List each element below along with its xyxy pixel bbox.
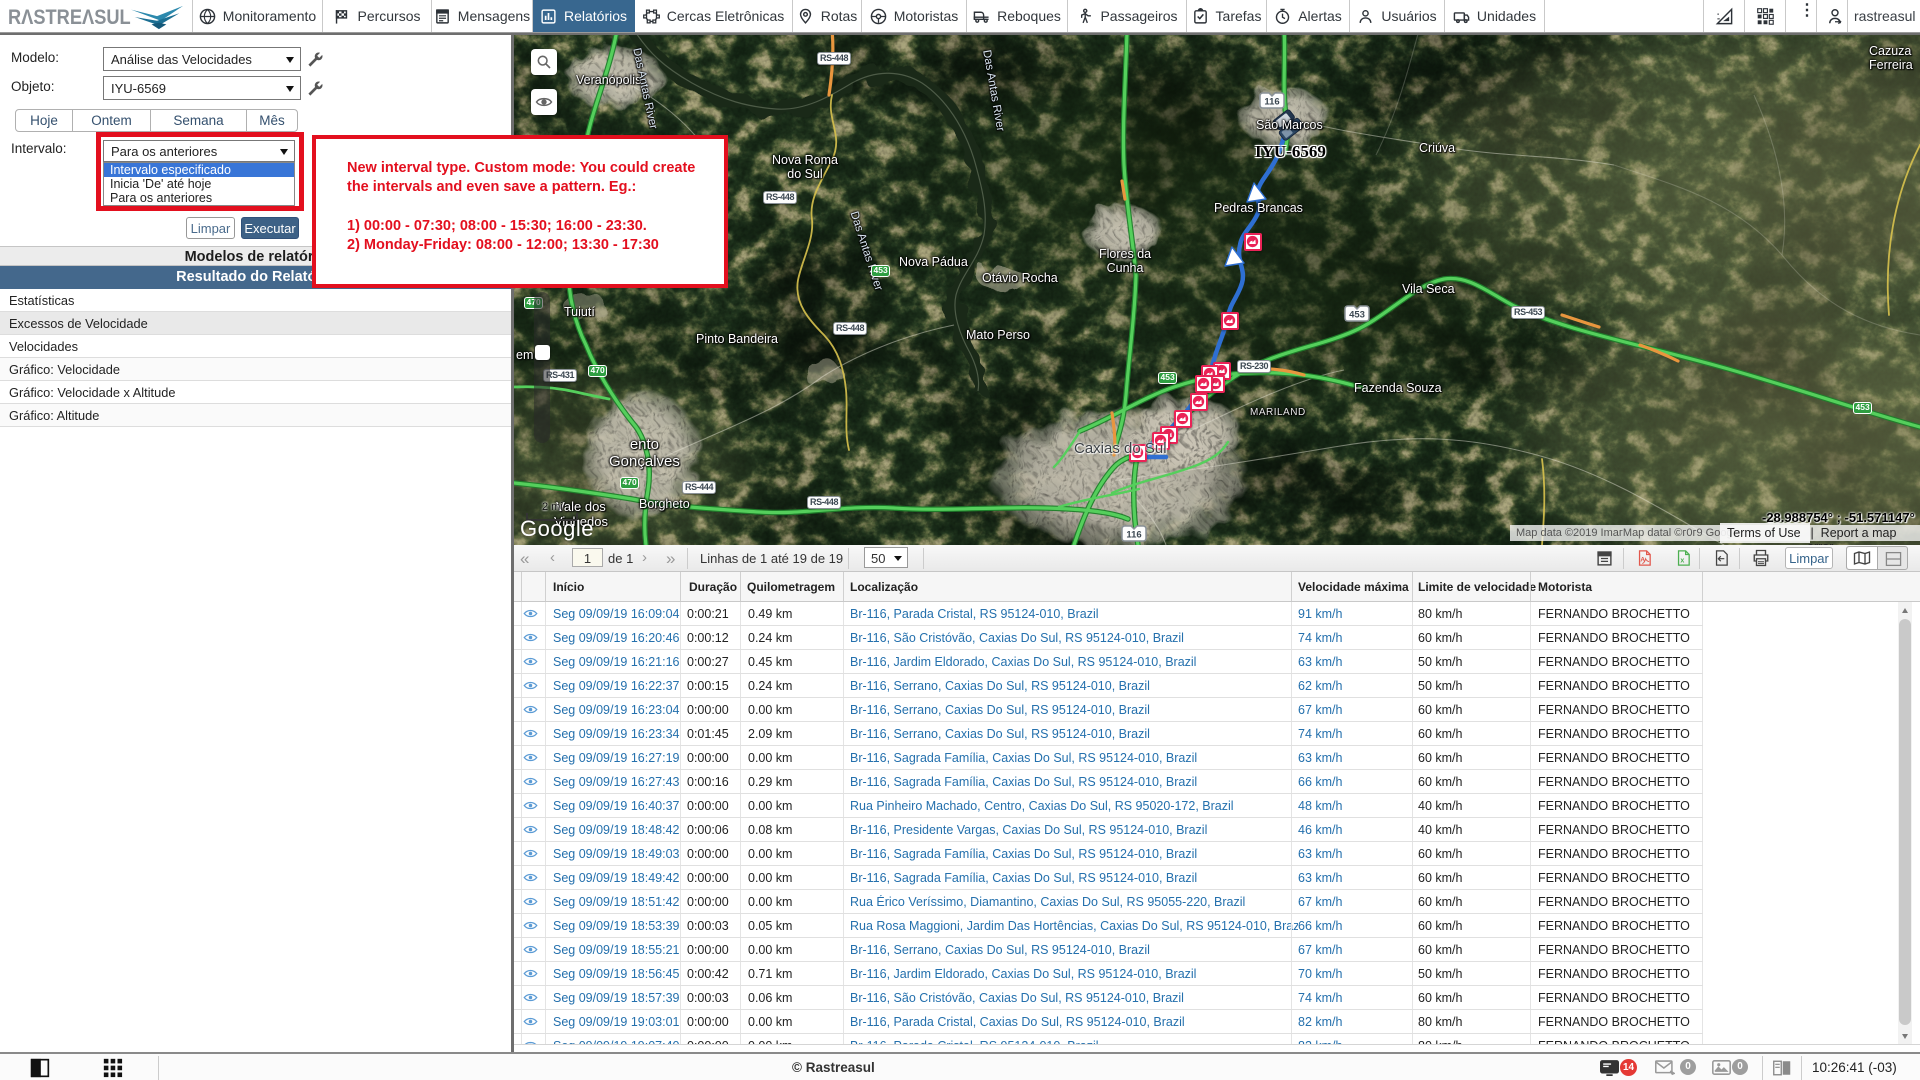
svg-text:x: x — [1680, 556, 1684, 564]
svg-text:453: 453 — [1349, 310, 1365, 321]
svg-text:A: A — [1640, 557, 1645, 564]
svg-text:116: 116 — [1126, 530, 1141, 541]
svg-text:116: 116 — [1264, 97, 1279, 108]
